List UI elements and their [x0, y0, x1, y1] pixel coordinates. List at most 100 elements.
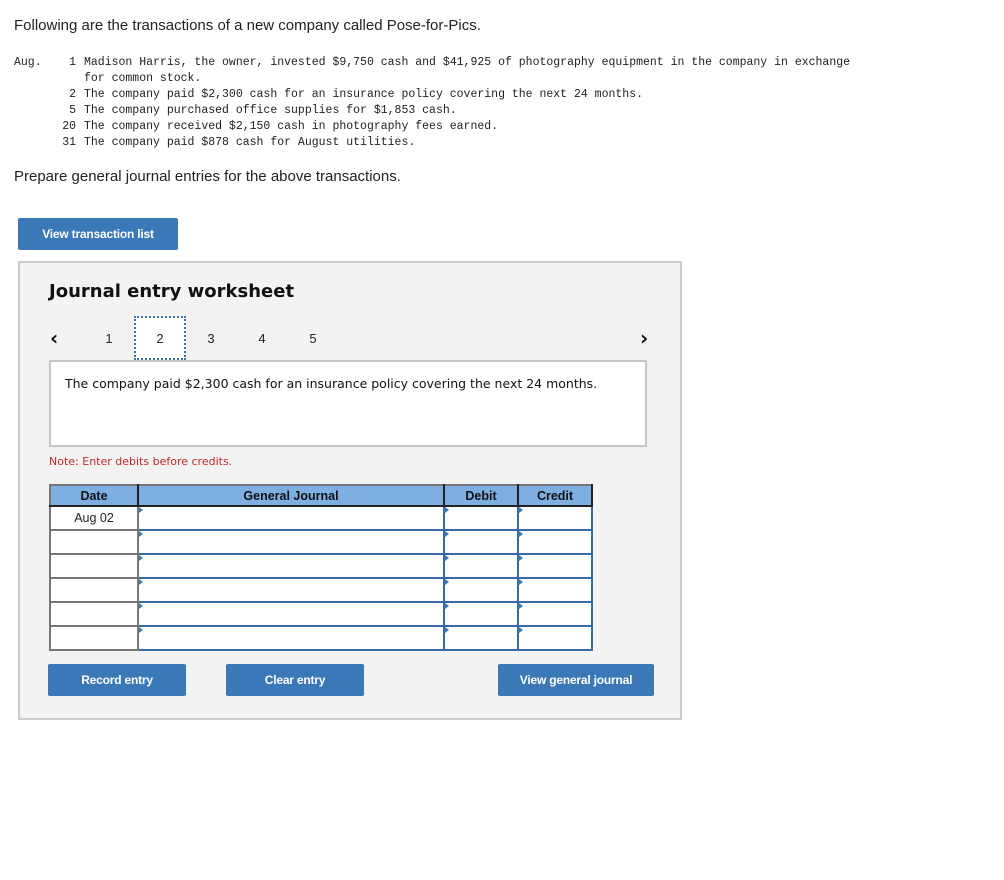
transaction-row: Aug. 1 Madison Harris, the owner, invest…: [14, 55, 850, 71]
dropdown-marker-icon: [519, 627, 523, 633]
dropdown-marker-icon: [139, 579, 143, 585]
date-cell: [49, 577, 139, 603]
note-text: Note: Enter debits before credits.: [49, 455, 233, 468]
transaction-description: The company paid $2,300 cash for an insu…: [49, 360, 647, 447]
dropdown-marker-icon: [519, 507, 523, 513]
dropdown-marker-icon: [445, 603, 449, 609]
account-cell[interactable]: [137, 505, 445, 531]
account-cell[interactable]: [137, 625, 445, 651]
credit-input[interactable]: [519, 555, 591, 577]
table-row: [49, 625, 593, 651]
transaction-month: Aug.: [14, 56, 42, 69]
credit-cell[interactable]: [517, 577, 593, 603]
credit-input[interactable]: [519, 579, 591, 601]
page-tab-2[interactable]: 2: [134, 316, 186, 360]
date-cell: [49, 601, 139, 627]
table-row: [49, 529, 593, 555]
transaction-day: 5: [69, 104, 76, 117]
date-cell: [49, 553, 139, 579]
dropdown-marker-icon: [519, 579, 523, 585]
clear-entry-button[interactable]: Clear entry: [226, 664, 364, 696]
credit-cell[interactable]: [517, 601, 593, 627]
transaction-row: 20 The company received $2,150 cash in p…: [14, 119, 850, 135]
date-cell: Aug 02: [49, 505, 139, 531]
transaction-list: Aug. 1 Madison Harris, the owner, invest…: [14, 55, 850, 151]
account-input[interactable]: [139, 555, 443, 577]
dropdown-marker-icon: [445, 507, 449, 513]
credit-cell[interactable]: [517, 505, 593, 531]
dropdown-marker-icon: [139, 507, 143, 513]
view-general-journal-button[interactable]: View general journal: [498, 664, 654, 696]
account-input[interactable]: [139, 579, 443, 601]
dropdown-marker-icon: [139, 555, 143, 561]
chevron-left-icon[interactable]: ‹: [50, 326, 58, 350]
debit-cell[interactable]: [443, 625, 519, 651]
dropdown-marker-icon: [445, 531, 449, 537]
account-cell[interactable]: [137, 553, 445, 579]
debit-input[interactable]: [445, 603, 517, 625]
date-cell: [49, 625, 139, 651]
transaction-text: The company received $2,150 cash in phot…: [84, 120, 499, 133]
account-input[interactable]: [139, 627, 443, 649]
header-credit: Credit: [518, 485, 593, 507]
dropdown-marker-icon: [445, 555, 449, 561]
dropdown-marker-icon: [139, 627, 143, 633]
credit-cell[interactable]: [517, 553, 593, 579]
page-tab-1[interactable]: 1: [84, 318, 134, 358]
chevron-right-icon[interactable]: ›: [640, 326, 648, 350]
debit-cell[interactable]: [443, 577, 519, 603]
credit-input[interactable]: [519, 603, 591, 625]
transaction-day: 31: [62, 136, 76, 149]
transaction-text: The company paid $2,300 cash for an insu…: [84, 88, 643, 101]
credit-cell[interactable]: [517, 625, 593, 651]
transaction-row: 2 The company paid $2,300 cash for an in…: [14, 87, 850, 103]
debit-cell[interactable]: [443, 529, 519, 555]
journal-entry-worksheet: Journal entry worksheet ‹ 1 2 3 4 5 › Th…: [18, 261, 682, 720]
debit-input[interactable]: [445, 555, 517, 577]
debit-cell[interactable]: [443, 553, 519, 579]
transaction-day: 1: [69, 56, 76, 69]
credit-input[interactable]: [519, 627, 591, 649]
dropdown-marker-icon: [519, 531, 523, 537]
transaction-text: Madison Harris, the owner, invested $9,7…: [84, 56, 851, 69]
transaction-text-continued: for common stock.: [84, 72, 202, 85]
debit-input[interactable]: [445, 579, 517, 601]
worksheet-title: Journal entry worksheet: [49, 281, 295, 302]
account-cell[interactable]: [137, 601, 445, 627]
debit-input[interactable]: [445, 507, 517, 529]
page-tab-3[interactable]: 3: [186, 318, 236, 358]
record-entry-button[interactable]: Record entry: [48, 664, 186, 696]
credit-cell[interactable]: [517, 529, 593, 555]
table-header-row: Date General Journal Debit Credit: [50, 485, 593, 507]
header-debit: Debit: [444, 485, 519, 507]
debit-input[interactable]: [445, 531, 517, 553]
table-row: [49, 577, 593, 603]
table-row: Aug 02: [49, 505, 593, 531]
debit-cell[interactable]: [443, 601, 519, 627]
header-general-journal: General Journal: [138, 485, 445, 507]
account-cell[interactable]: [137, 577, 445, 603]
transaction-text: The company paid $878 cash for August ut…: [84, 136, 416, 149]
transaction-day: 20: [62, 120, 76, 133]
table-row: [49, 553, 593, 579]
debit-input[interactable]: [445, 627, 517, 649]
worksheet-pager: ‹ 1 2 3 4 5 ›: [20, 316, 680, 363]
date-cell: [49, 529, 139, 555]
credit-input[interactable]: [519, 531, 591, 553]
dropdown-marker-icon: [519, 603, 523, 609]
transaction-text: The company purchased office supplies fo…: [84, 104, 457, 117]
credit-input[interactable]: [519, 507, 591, 529]
account-cell[interactable]: [137, 529, 445, 555]
debit-cell[interactable]: [443, 505, 519, 531]
dropdown-marker-icon: [445, 579, 449, 585]
account-input[interactable]: [139, 507, 443, 529]
dropdown-marker-icon: [445, 627, 449, 633]
view-transaction-list-button[interactable]: View transaction list: [18, 218, 178, 250]
dropdown-marker-icon: [139, 531, 143, 537]
dropdown-marker-icon: [519, 555, 523, 561]
page-tab-4[interactable]: 4: [237, 318, 287, 358]
account-input[interactable]: [139, 603, 443, 625]
page-tab-5[interactable]: 5: [288, 318, 338, 358]
account-input[interactable]: [139, 531, 443, 553]
journal-table: Date General Journal Debit Credit Aug 02: [49, 484, 593, 651]
